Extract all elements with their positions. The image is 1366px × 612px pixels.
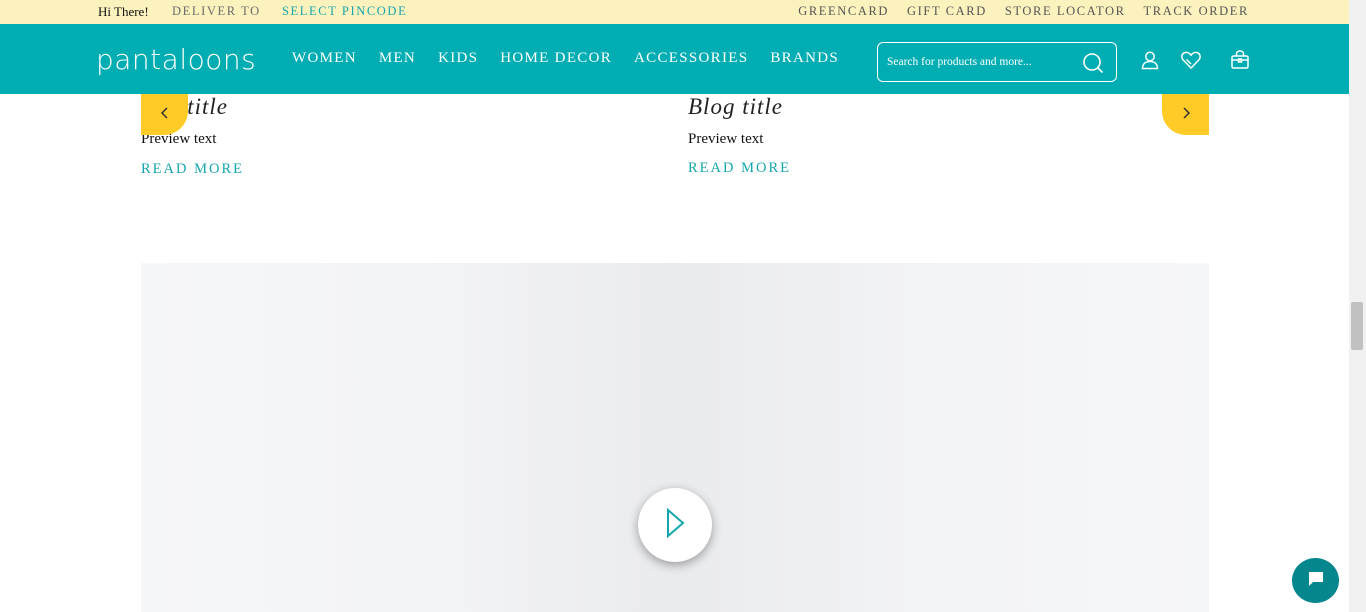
- video-player[interactable]: [141, 263, 1209, 612]
- chat-icon: [1306, 569, 1326, 593]
- scrollbar-thumb[interactable]: [1351, 302, 1363, 350]
- bag-icon[interactable]: [1229, 49, 1251, 71]
- search-box: [877, 42, 1117, 82]
- main-navbar: pantaloons WOMEN MEN KIDS HOME DECOR ACC…: [0, 24, 1349, 94]
- store-locator-link[interactable]: STORE LOCATOR: [1005, 4, 1126, 19]
- chevron-right-icon: [1180, 105, 1192, 124]
- nav-item-brands[interactable]: BRANDS: [770, 50, 839, 67]
- play-button[interactable]: [638, 488, 712, 562]
- nav-item-women[interactable]: WOMEN: [292, 50, 357, 67]
- select-pincode-link[interactable]: SELECT PINCODE: [282, 4, 407, 19]
- user-icon[interactable]: [1139, 49, 1161, 71]
- nav-item-kids[interactable]: KIDS: [438, 50, 478, 67]
- nav-item-accessories[interactable]: ACCESSORIES: [634, 50, 748, 67]
- track-order-link[interactable]: TRACK ORDER: [1144, 4, 1249, 19]
- blog-card-title[interactable]: Blog title: [688, 94, 783, 120]
- read-more-link[interactable]: READ MORE: [141, 161, 244, 178]
- gift-card-link[interactable]: GIFT CARD: [907, 4, 987, 19]
- carousel-prev-button[interactable]: [141, 94, 188, 135]
- top-announcement-bar: Hi There! DELIVER TO SELECT PINCODE GREE…: [0, 0, 1349, 24]
- chat-button[interactable]: [1292, 558, 1339, 603]
- chevron-left-icon: [159, 105, 171, 124]
- search-icon[interactable]: [1082, 52, 1104, 74]
- category-nav: WOMEN MEN KIDS HOME DECOR ACCESSORIES BR…: [292, 50, 839, 67]
- nav-item-home-decor[interactable]: HOME DECOR: [500, 50, 612, 67]
- deliver-to-label: DELIVER TO: [172, 4, 261, 18]
- heart-icon[interactable]: [1180, 49, 1202, 71]
- greeting-text: Hi There!: [98, 4, 149, 19]
- greencard-link[interactable]: GREENCARD: [798, 4, 889, 19]
- page-scrollbar[interactable]: [1349, 0, 1366, 612]
- read-more-link[interactable]: READ MORE: [688, 160, 791, 177]
- brand-logo[interactable]: pantaloons: [96, 43, 256, 76]
- search-input[interactable]: [887, 53, 1077, 71]
- nav-item-men[interactable]: MEN: [379, 50, 416, 67]
- carousel-next-button[interactable]: [1162, 94, 1209, 135]
- play-icon: [664, 507, 686, 543]
- top-utility-links: GREENCARD GIFT CARD STORE LOCATOR TRACK …: [798, 4, 1249, 19]
- blog-card-preview: Preview text: [688, 131, 764, 147]
